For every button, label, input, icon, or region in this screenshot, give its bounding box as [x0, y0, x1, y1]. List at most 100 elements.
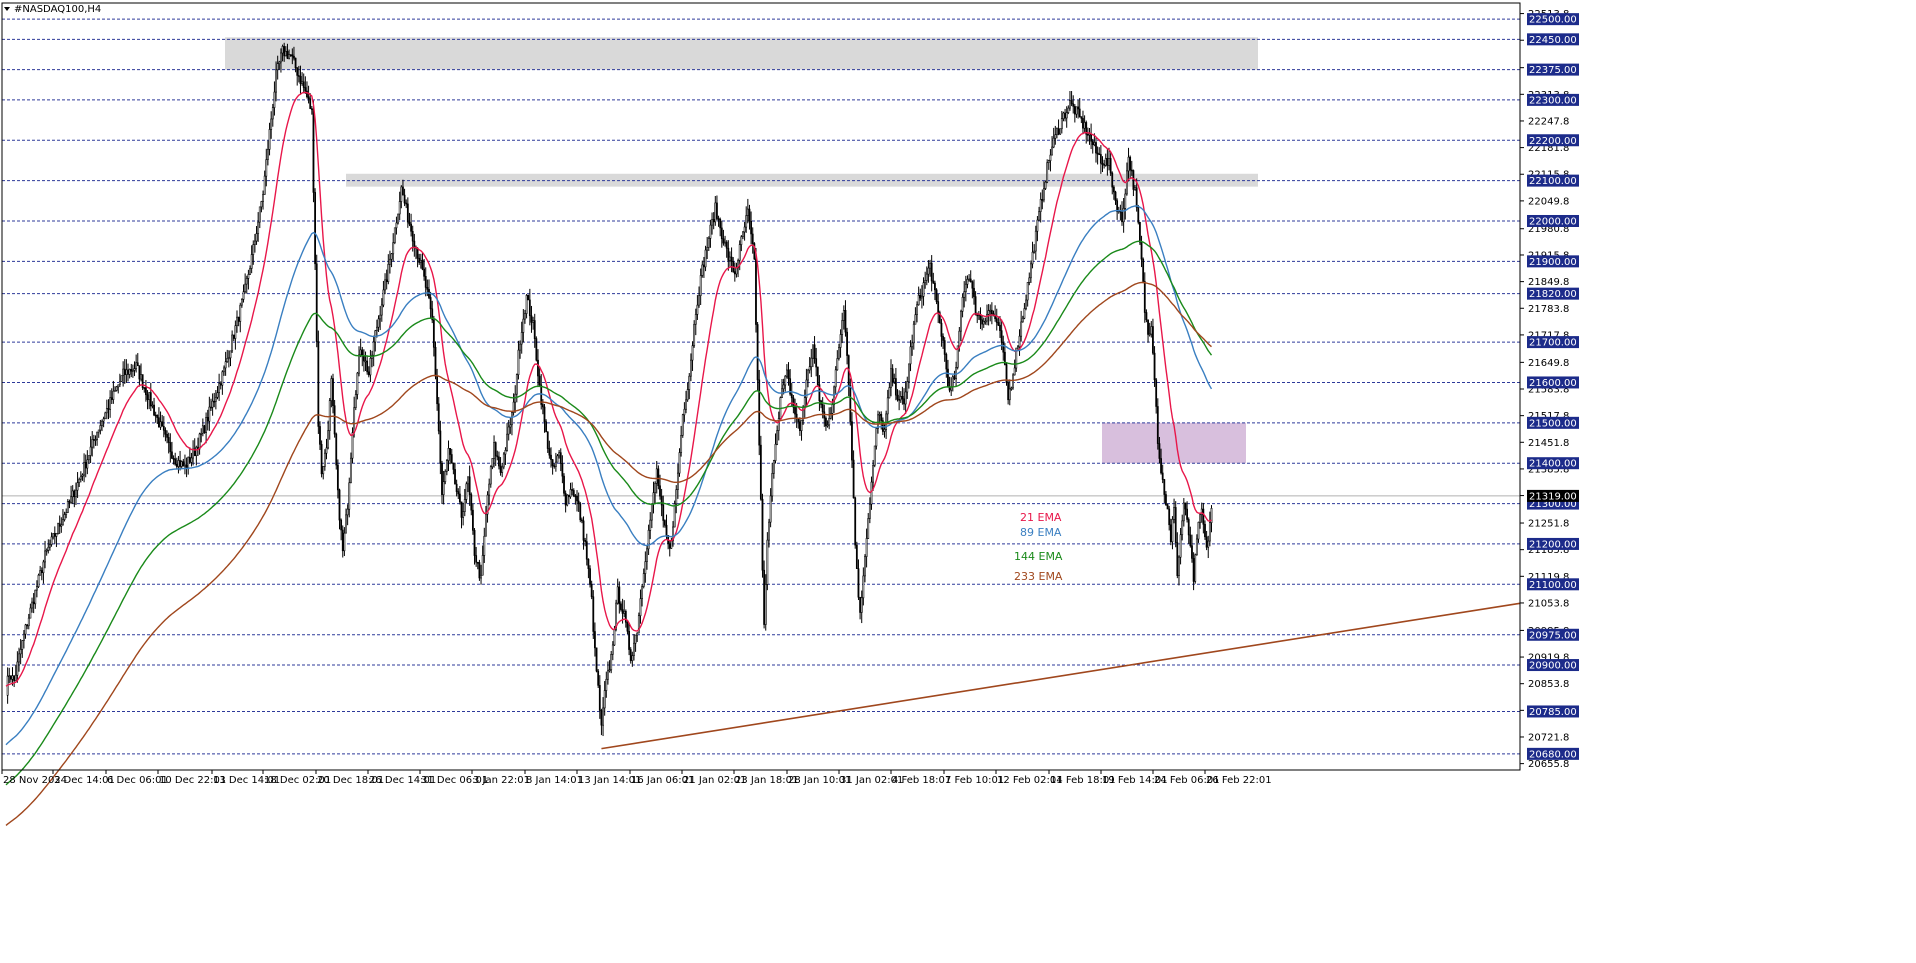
candle-body	[556, 455, 559, 463]
candle	[537, 349, 539, 388]
candle-body	[297, 75, 300, 77]
candle-body	[66, 501, 69, 513]
candle	[540, 374, 543, 410]
candle-body	[211, 400, 214, 408]
candle	[800, 419, 803, 441]
candle	[376, 319, 378, 338]
candle-body	[322, 466, 325, 475]
candle	[925, 266, 928, 286]
candle-body	[107, 408, 110, 410]
candle-body	[590, 584, 593, 598]
candle-body	[224, 361, 227, 369]
candle	[961, 293, 964, 318]
candle	[564, 490, 567, 513]
candle-body	[828, 417, 831, 426]
candle	[960, 309, 962, 342]
candle	[857, 559, 860, 601]
candle-body	[940, 322, 943, 337]
candle-body	[1060, 118, 1063, 130]
candle-body	[701, 264, 704, 276]
candle-body	[244, 283, 247, 293]
candle-body	[232, 334, 235, 339]
candle	[1086, 127, 1089, 142]
candle	[1137, 204, 1140, 225]
candle	[794, 398, 796, 423]
candle-body	[467, 476, 469, 485]
candle	[663, 519, 666, 528]
candle	[590, 580, 593, 600]
price-chart[interactable]: 22513.822447.822379.822313.822247.822181…	[0, 0, 1916, 963]
candle	[476, 561, 479, 570]
candle	[774, 433, 777, 464]
candle	[138, 365, 141, 387]
candle-body	[935, 289, 938, 302]
candle-body	[86, 459, 89, 469]
candle-body	[288, 54, 290, 59]
candle-body	[545, 421, 548, 433]
candle	[719, 217, 722, 237]
candle-body	[577, 500, 580, 505]
candle	[846, 327, 848, 365]
candle-body	[587, 558, 590, 569]
candle	[1150, 321, 1153, 338]
candle	[740, 235, 743, 252]
candle	[816, 366, 819, 387]
candle-body	[896, 394, 899, 400]
candle-body	[1080, 116, 1083, 119]
candle-body	[128, 369, 131, 375]
candle	[834, 366, 837, 394]
candle-body	[515, 374, 518, 395]
candle-body	[714, 202, 717, 223]
candle-body	[1191, 545, 1193, 559]
candle-body	[410, 223, 412, 232]
candle-body	[278, 61, 281, 64]
candle	[403, 188, 406, 207]
candle	[1054, 125, 1057, 145]
candle-body	[685, 399, 687, 410]
candle-body	[105, 408, 108, 414]
candle-body	[756, 324, 759, 381]
candle	[283, 42, 286, 62]
candle	[932, 272, 935, 284]
candle	[742, 231, 744, 240]
candle	[1140, 235, 1143, 268]
candle	[322, 466, 325, 480]
candle-body	[1065, 112, 1068, 119]
candle-body	[1091, 140, 1094, 146]
candle-body	[1106, 158, 1109, 166]
candle	[374, 329, 377, 352]
candle	[825, 416, 827, 431]
candle	[527, 294, 530, 301]
candle-body	[498, 456, 500, 467]
candle	[1078, 98, 1081, 118]
candle-body	[314, 192, 317, 265]
candle	[563, 473, 565, 497]
candle	[101, 419, 103, 432]
candle	[922, 277, 925, 306]
candle	[1051, 136, 1053, 156]
candle-body	[1082, 118, 1084, 129]
candle	[315, 254, 318, 348]
candle-body	[192, 448, 194, 459]
candle-body	[670, 540, 673, 549]
candle	[164, 427, 167, 442]
candle	[1145, 309, 1148, 323]
candle	[699, 268, 702, 306]
candle-body	[255, 233, 258, 242]
candle-body	[135, 362, 138, 369]
candle	[729, 251, 731, 268]
candle-body	[1160, 458, 1162, 474]
candle-body	[53, 533, 56, 537]
candle-body	[912, 323, 915, 344]
candle	[208, 396, 211, 431]
candle-body	[925, 273, 928, 281]
candle	[507, 420, 510, 441]
candle	[320, 440, 323, 478]
candle-body	[1142, 258, 1145, 282]
candle-body	[1182, 502, 1185, 522]
candle-body	[271, 107, 274, 120]
candle	[153, 397, 155, 417]
candle-body	[452, 462, 455, 470]
candle	[450, 448, 453, 464]
candle-body	[426, 287, 429, 290]
